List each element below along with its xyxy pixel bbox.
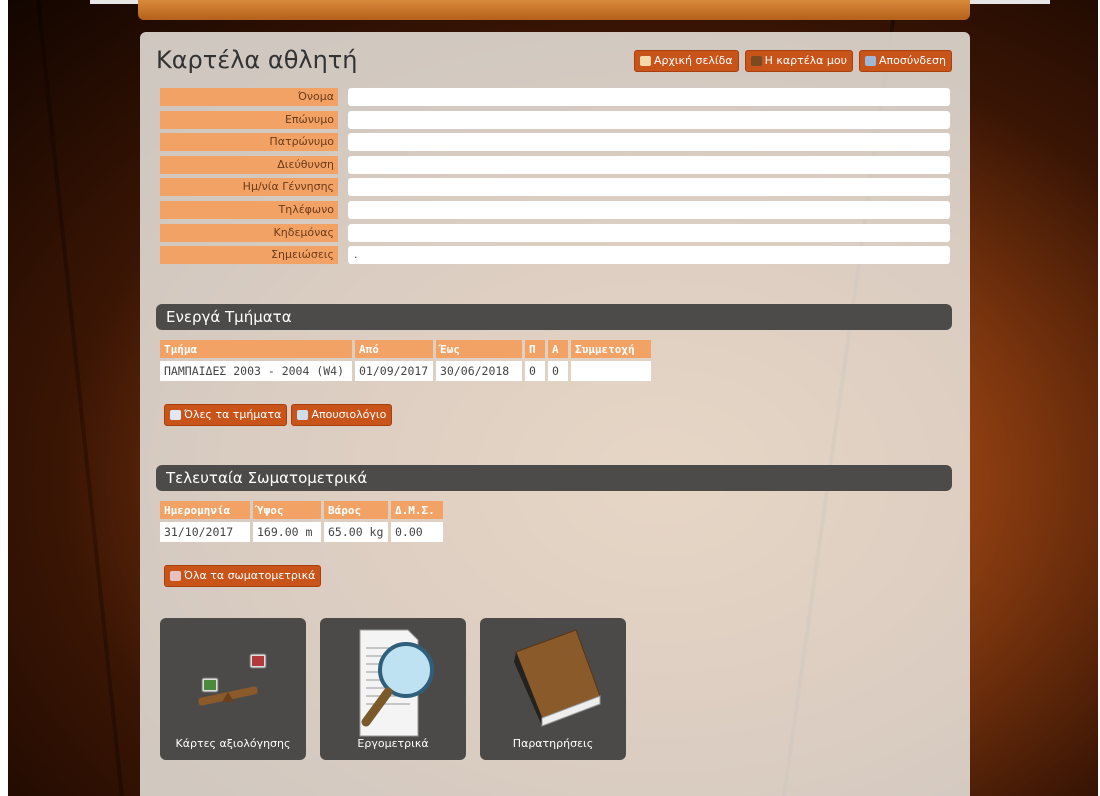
ball-seam <box>36 0 124 796</box>
logout-button[interactable]: Αποσύνδεση <box>859 50 952 72</box>
field-label: Ημ/νία Γέννησης <box>160 178 338 197</box>
field-value: . <box>348 246 950 265</box>
page-title: Καρτέλα αθλητή <box>156 46 358 74</box>
top-navigation: Αρχική σελίδα Η καρτέλα μου Αποσύνδεση <box>633 50 952 72</box>
field-value <box>348 133 950 152</box>
tile-label: Παρατηρήσεις <box>512 737 594 750</box>
table-cell: 0 <box>525 361 545 381</box>
field-row-last-name: Επώνυμο <box>160 110 950 129</box>
copy-icon <box>170 410 181 420</box>
field-value <box>348 88 950 106</box>
field-value <box>348 155 950 174</box>
column-header: Ημερομηνία <box>160 501 250 519</box>
table-cell: ΠΑΜΠΑΙΔΕΣ 2003 - 2004 (W4) <box>160 361 352 381</box>
field-label: Επώνυμο <box>160 110 338 129</box>
field-row-father-name: Πατρώνυμο <box>160 133 950 152</box>
field-row-first-name: Όνομα <box>160 88 950 106</box>
active-groups-actions: Όλες τα τμήματα Απουσιολόγιο <box>164 404 393 426</box>
column-header: Δ.Μ.Σ. <box>391 501 443 519</box>
my-card-button[interactable]: Η καρτέλα μου <box>744 50 854 72</box>
field-row-notes: Σημειώσεις . <box>160 246 950 265</box>
magnifier-document-icon <box>359 629 434 737</box>
disconnect-icon <box>865 56 877 66</box>
column-header: Συμμετοχή <box>571 340 651 358</box>
tile-ergometrics[interactable]: Εργομετρικά <box>320 618 466 760</box>
absences-button[interactable]: Απουσιολόγιο <box>291 404 393 426</box>
table-cell: 0 <box>548 361 568 381</box>
table-header-row: Ημερομηνία Ύψος Βάρος Δ.Μ.Σ. <box>160 501 443 519</box>
column-header: Α <box>548 340 568 358</box>
table-cell: 01/09/2017 <box>355 361 433 381</box>
column-header: Π <box>525 340 545 358</box>
column-header: Έως <box>436 340 522 358</box>
active-groups-table: Τμήμα Από Έως Π Α Συμμετοχή ΠΑΜΠΑΙΔΕΣ 20… <box>157 337 654 384</box>
tile-evaluation-cards[interactable]: Κάρτες αξιολόγησης <box>160 618 306 760</box>
table-header-row: Τμήμα Από Έως Π Α Συμμετοχή <box>160 340 651 358</box>
column-header: Από <box>355 340 433 358</box>
all-groups-button[interactable]: Όλες τα τμήματα <box>164 404 288 426</box>
all-body-measures-button-label: Όλα τα σωματομετρικά <box>184 569 316 582</box>
table-cell: 31/10/2017 <box>160 522 250 542</box>
field-row-address: Διεύθυνση <box>160 155 950 174</box>
field-label: Διεύθυνση <box>160 155 338 174</box>
absences-button-label: Απουσιολόγιο <box>311 408 387 421</box>
field-label: Πατρώνυμο <box>160 133 338 152</box>
athlete-card-panel: Καρτέλα αθλητή Αρχική σελίδα Η καρτέλα μ… <box>140 32 970 796</box>
field-label: Όνομα <box>160 88 338 106</box>
active-groups-heading: Ενεργά Τμήματα <box>156 304 952 330</box>
scale-icon <box>198 653 267 706</box>
table-cell: 65.00 kg <box>324 522 388 542</box>
field-value <box>348 178 950 197</box>
all-body-measures-button[interactable]: Όλα τα σωματομετρικά <box>164 565 322 587</box>
column-header: Τμήμα <box>160 340 352 358</box>
field-row-phone: Τηλέφωνο <box>160 200 950 219</box>
profile-fields: Όνομα Επώνυμο Πατρώνυμο Διεύθυνση Ημ/νία… <box>160 88 950 269</box>
table-cell: 0.00 <box>391 522 443 542</box>
tile-label: Κάρτες αξιολόγησης <box>175 737 291 750</box>
table-icon <box>297 410 309 420</box>
column-header: Ύψος <box>253 501 321 519</box>
table-row: ΠΑΜΠΑΙΔΕΣ 2003 - 2004 (W4) 01/09/2017 30… <box>160 361 651 381</box>
column-header: Βάρος <box>324 501 388 519</box>
all-groups-button-label: Όλες τα τμήματα <box>184 408 282 421</box>
body-measures-table: Ημερομηνία Ύψος Βάρος Δ.Μ.Σ. 31/10/2017 … <box>157 498 446 545</box>
module-tiles: Κάρτες αξιολόγησης Εργομετρικά Παρατηρήσ… <box>160 618 626 760</box>
table-row: 31/10/2017 169.00 m 65.00 kg 0.00 <box>160 522 443 542</box>
table-cell: 30/06/2018 <box>436 361 522 381</box>
participation-cell <box>571 361 651 381</box>
field-row-guardian: Κηδεμόνας <box>160 223 950 242</box>
field-label: Σημειώσεις <box>160 246 338 265</box>
tile-label: Εργομετρικά <box>357 737 429 750</box>
field-value <box>348 110 950 129</box>
field-row-birthdate: Ημ/νία Γέννησης <box>160 178 950 197</box>
table-cell: 169.00 m <box>253 522 321 542</box>
logout-button-label: Αποσύνδεση <box>879 54 946 67</box>
chart-icon <box>170 571 181 581</box>
body-measures-heading: Τελευταία Σωματομετρικά <box>156 465 952 491</box>
home-icon <box>639 56 651 66</box>
home-button-label: Αρχική σελίδα <box>653 54 733 67</box>
body-measures-actions: Όλα τα σωματομετρικά <box>164 565 322 587</box>
book-icon <box>514 629 601 727</box>
header-banner-strip <box>138 0 970 20</box>
field-label: Τηλέφωνο <box>160 200 338 219</box>
field-value <box>348 200 950 219</box>
home-button[interactable]: Αρχική σελίδα <box>633 50 739 72</box>
my-card-button-label: Η καρτέλα μου <box>764 54 848 67</box>
field-label: Κηδεμόνας <box>160 223 338 242</box>
field-value <box>348 223 950 242</box>
briefcase-icon <box>750 56 762 66</box>
tile-observations[interactable]: Παρατηρήσεις <box>480 618 626 760</box>
